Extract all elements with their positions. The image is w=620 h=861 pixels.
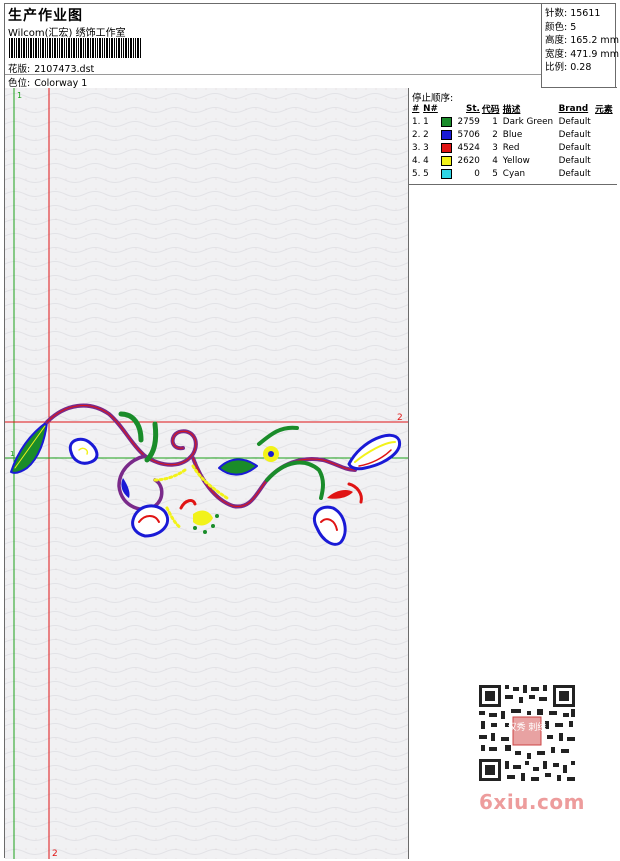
- row-element: [594, 167, 615, 180]
- header-info: 针数: 15611 颜色: 5 高度: 165.2 mm 宽度: 471.9 m…: [541, 4, 619, 88]
- info-width: 宽度: 471.9 mm: [545, 48, 619, 60]
- design-line: 花版: 2107473.dst: [8, 61, 94, 75]
- row-description: Red: [502, 142, 520, 153]
- page-title: 生产作业图: [8, 8, 83, 24]
- row-index: 2.: [412, 129, 421, 140]
- marker-bottom: 2: [52, 849, 58, 859]
- col-index: #: [412, 103, 420, 114]
- row-code: 5: [492, 168, 498, 179]
- stop-sequence-table: # N# St. 代码 描述 Brand 元素 1. 1 2759 1 Dark…: [411, 102, 615, 180]
- row-index: 5.: [412, 168, 421, 179]
- col-number: N#: [423, 103, 438, 114]
- design-canvas: 1 2 2 1: [5, 88, 409, 859]
- row-description: Cyan: [502, 168, 526, 179]
- row-element: [594, 115, 615, 128]
- row-brand: Default: [558, 155, 591, 166]
- colorway-line: 色位: Colorway 1: [8, 75, 87, 89]
- color-swatch: [440, 142, 452, 153]
- row-brand: Default: [558, 129, 591, 140]
- table-row: 1. 1 2759 1 Dark Green Default: [411, 115, 615, 128]
- row-element: [594, 128, 615, 141]
- row-brand: Default: [558, 142, 591, 153]
- row-index: 3.: [412, 142, 421, 153]
- row-stitches: 5706: [440, 128, 481, 141]
- row-number: 4: [423, 155, 429, 166]
- col-code: 代码: [481, 105, 500, 115]
- col-element: 元素: [595, 105, 613, 115]
- marker-left: 1: [10, 450, 14, 458]
- color-swatch: [440, 116, 452, 127]
- row-brand: Default: [558, 116, 591, 127]
- color-swatch: [440, 168, 452, 179]
- header-left: 生产作业图 Wilcom(汇宏) 绣饰工作室 花版: 2107473.dst 色…: [5, 4, 541, 89]
- row-description: Dark Green: [502, 116, 554, 127]
- row-code: 4: [492, 155, 498, 166]
- qr-badge-text: 汉秀 刺绣: [508, 721, 547, 733]
- marker-right: 2: [397, 413, 403, 423]
- row-number: 5: [423, 168, 429, 179]
- row-element: [594, 154, 615, 167]
- table-header-row: # N# St. 代码 描述 Brand 元素: [411, 102, 615, 116]
- qr-code-image: 汉秀 刺绣: [475, 681, 579, 785]
- col-brand: Brand: [558, 103, 589, 114]
- stop-sequence-panel: 停止顺序: # N# St. 代码 描述 Brand 元素 1. 1 2759: [409, 88, 617, 859]
- row-element: [594, 141, 615, 154]
- barcode: [9, 38, 141, 58]
- row-brand: Default: [558, 168, 591, 179]
- design-preview: 1 2 2 1: [5, 88, 408, 859]
- row-description: Yellow: [502, 155, 530, 166]
- row-description: Blue: [502, 129, 523, 140]
- color-swatch: [440, 155, 452, 166]
- table-row: 5. 5 0 5 Cyan Default: [411, 167, 615, 180]
- table-row: 2. 2 5706 2 Blue Default: [411, 128, 615, 141]
- marker-top: 1: [17, 91, 22, 100]
- table-row: 3. 3 4524 3 Red Default: [411, 141, 615, 154]
- col-description: 描述: [502, 105, 521, 115]
- production-sheet: 生产作业图 Wilcom(汇宏) 绣饰工作室 花版: 2107473.dst 色…: [4, 3, 619, 859]
- row-code: 3: [492, 142, 498, 153]
- row-number: 2: [423, 129, 429, 140]
- row-index: 1.: [412, 116, 421, 127]
- info-height: 高度: 165.2 mm: [545, 35, 619, 47]
- col-stitches: St.: [466, 103, 480, 114]
- info-stitches: 针数: 15611: [545, 8, 601, 19]
- info-scale: 比例: 0.28: [545, 62, 592, 74]
- row-stitches: 2620: [440, 154, 481, 167]
- row-stitches: 2759: [440, 115, 481, 128]
- row-code: 2: [492, 129, 498, 140]
- divider: [409, 184, 617, 185]
- row-code: 1: [492, 116, 498, 127]
- row-stitches: 4524: [440, 141, 481, 154]
- studio-subtitle: Wilcom(汇宏) 绣饰工作室: [8, 28, 126, 39]
- color-swatch: [440, 129, 452, 140]
- row-index: 4.: [412, 155, 421, 166]
- info-colors: 颜色: 5: [545, 21, 577, 33]
- row-number: 3: [423, 142, 429, 153]
- site-watermark: 6xiu.com: [479, 790, 585, 814]
- row-stitches: 0: [440, 167, 481, 180]
- row-number: 1: [423, 116, 429, 127]
- table-row: 4. 4 2620 4 Yellow Default: [411, 154, 615, 167]
